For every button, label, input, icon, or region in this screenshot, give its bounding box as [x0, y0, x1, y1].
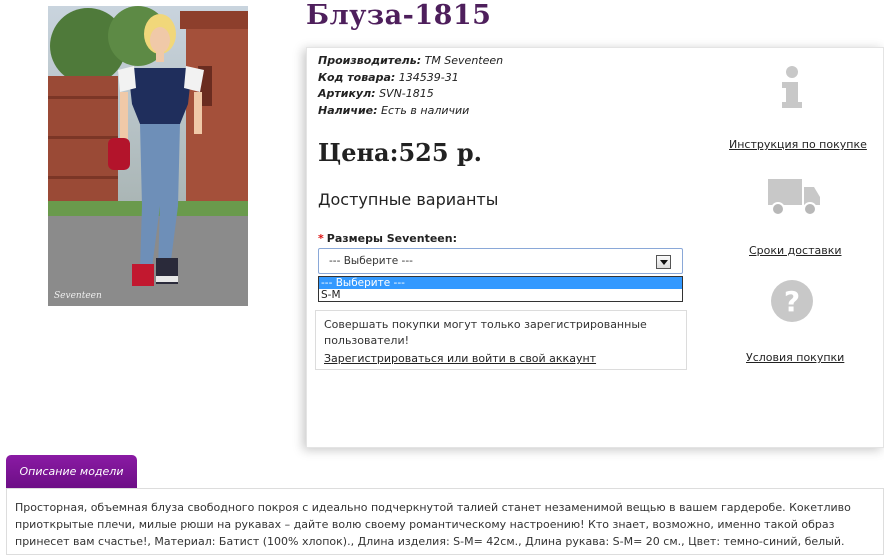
instructions-link[interactable]: Инструкция по покупке	[729, 138, 867, 151]
code-label: Код товара:	[318, 70, 396, 84]
product-meta: Производитель: TM Seventeen Код товара: …	[318, 53, 503, 119]
stock-label: Наличие:	[318, 103, 378, 117]
info-icon	[778, 66, 806, 114]
size-option-s-m[interactable]: S-M	[319, 289, 682, 301]
variants-heading: Доступные варианты	[318, 190, 499, 209]
photo-signature: Seventeen	[54, 291, 102, 301]
stock-value: Есть в наличии	[381, 103, 470, 117]
register-login-link[interactable]: Зарегистрироваться или войти в свой акка…	[324, 351, 596, 367]
size-option-placeholder[interactable]: --- Выберите ---	[319, 277, 682, 289]
product-photo[interactable]: Seventeen	[48, 6, 248, 306]
size-select-value: --- Выберите ---	[329, 255, 413, 267]
manufacturer-row: Производитель: TM Seventeen	[318, 53, 503, 70]
price: Цена:525 р.	[318, 138, 482, 167]
notice-text: Совершать покупки могут только зарегистр…	[324, 318, 647, 347]
article-label: Артикул:	[318, 87, 376, 100]
price-label: Цена:	[318, 138, 399, 167]
size-select[interactable]: --- Выберите ---	[318, 248, 683, 274]
code-row: Код товара: 134539-31	[318, 70, 503, 87]
product-title: Блуза-1815	[306, 0, 492, 31]
login-notice: Совершать покупки могут только зарегистр…	[315, 310, 687, 370]
size-label: * Размеры Seventeen:	[318, 232, 457, 245]
manufacturer-label: Производитель:	[318, 54, 422, 67]
chevron-down-icon[interactable]	[656, 255, 671, 269]
tab-description[interactable]: Описание модели	[6, 455, 137, 488]
question-icon: ?	[770, 279, 814, 327]
description-text: Просторная, объемная блуза свободного по…	[6, 488, 884, 555]
truck-icon	[768, 175, 820, 221]
article-value: SVN-1815	[379, 87, 434, 100]
delivery-link[interactable]: Сроки доставки	[749, 244, 842, 257]
article-row: Артикул: SVN-1815	[318, 86, 503, 103]
size-label-text: Размеры Seventeen:	[326, 232, 457, 245]
code-value: 134539-31	[398, 70, 459, 84]
price-value: 525 р.	[398, 138, 483, 167]
terms-link[interactable]: Условия покупки	[746, 351, 844, 364]
size-dropdown-list: --- Выберите --- S-M	[318, 276, 683, 302]
stock-row: Наличие: Есть в наличии	[318, 103, 503, 120]
required-mark: *	[318, 232, 324, 245]
svg-text:?: ?	[784, 285, 800, 318]
manufacturer-value: TM Seventeen	[424, 54, 504, 67]
